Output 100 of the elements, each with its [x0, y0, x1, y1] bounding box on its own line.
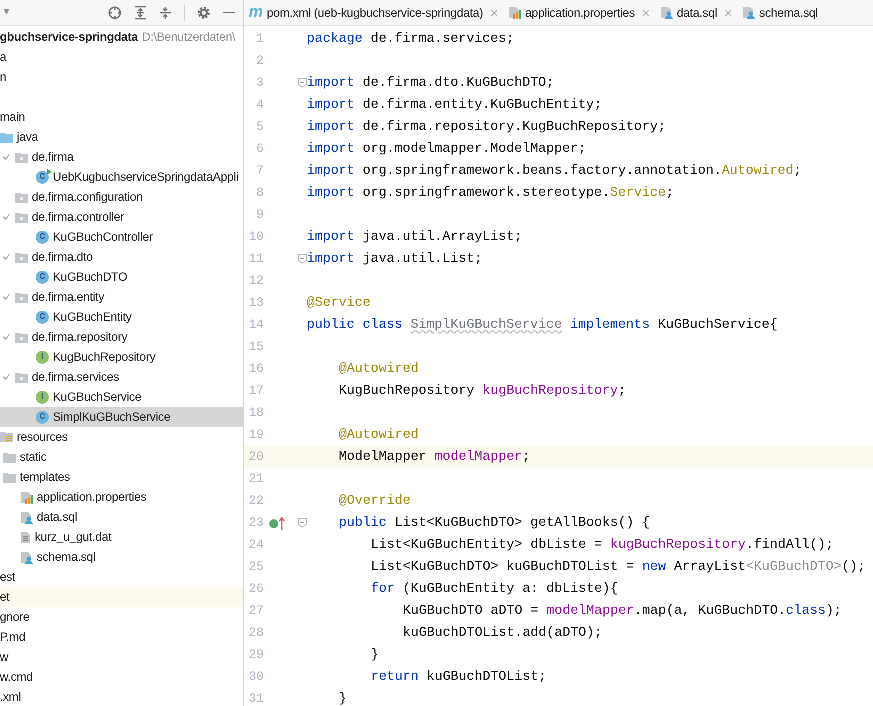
code-line: } — [339, 690, 347, 706]
line-number: 14 — [248, 316, 264, 334]
code-line: } — [371, 646, 379, 664]
code-line: import java.util.ArrayList; — [307, 228, 522, 246]
line-number: 18 — [248, 404, 264, 422]
line-number: 9 — [255, 206, 264, 224]
line-number: 5 — [255, 118, 264, 136]
collapse-all-icon[interactable] — [159, 6, 172, 20]
line-number: 29 — [248, 646, 264, 664]
code-line: List<KuGBuchEntity> dbListe = kugBuchRepository.findAll(); — [371, 536, 834, 554]
line-number: 7 — [255, 162, 264, 180]
tree-item-label[interactable]: resources — [17, 428, 68, 446]
project-path: D:\Benutzerdaten\ — [142, 29, 236, 46]
locate-icon[interactable] — [108, 6, 122, 20]
tree-item-label[interactable]: java — [17, 128, 38, 146]
tree-item-label[interactable]: gnore — [0, 608, 30, 626]
tree-item-label[interactable]: de.firma.repository — [32, 328, 128, 346]
tree-item-label[interactable]: P.md — [0, 628, 26, 646]
tree-item-label[interactable]: SimplKuGBuchService — [53, 408, 171, 426]
tree-item-label[interactable]: de.firma — [32, 148, 74, 166]
line-number: 28 — [248, 624, 264, 642]
tab-label: schema.sql — [759, 4, 818, 22]
tree-item-label[interactable]: UebKugbuchserviceSpringdataAppli — [53, 168, 239, 186]
line-number: 19 — [248, 426, 264, 444]
code-line: package de.firma.services; — [307, 30, 514, 48]
expand-all-icon[interactable] — [134, 6, 147, 20]
line-number: 13 — [248, 294, 264, 312]
code-line: return kuGBuchDTOList; — [371, 668, 547, 686]
code-line: for (KuGBuchEntity a: dbListe){ — [371, 580, 618, 598]
line-number: 2 — [255, 52, 264, 70]
settings-icon[interactable] — [197, 6, 211, 20]
tree-item-label[interactable]: KuGBuchDTO — [53, 268, 128, 286]
line-number: 4 — [255, 96, 264, 114]
code-line: import org.modelmapper.ModelMapper; — [307, 140, 586, 158]
tree-item-label[interactable]: de.firma.services — [32, 368, 120, 386]
tree-item-label[interactable]: de.firma.entity — [32, 288, 104, 306]
line-number: 12 — [248, 272, 264, 290]
package-folder-icon — [15, 372, 28, 382]
tree-item-label[interactable]: et — [0, 588, 10, 606]
code-line: import org.springframework.beans.factory.annotation.Autowired; — [307, 162, 802, 180]
line-number: 20 — [248, 448, 264, 466]
tree-item-label[interactable]: schema.sql — [37, 548, 96, 566]
code-line: import org.springframework.stereotype.Service; — [307, 184, 674, 202]
tree-item-label[interactable]: templates — [20, 468, 70, 486]
line-number: 15 — [248, 338, 264, 356]
code-line: import de.firma.entity.KuGBuchEntity; — [307, 96, 602, 114]
tree-item-label[interactable]: w — [0, 648, 8, 666]
tree-item-label[interactable]: a — [0, 48, 6, 66]
line-number: 11 — [248, 250, 264, 268]
code-line: import de.firma.repository.KugBuchRepository; — [307, 118, 666, 136]
tree-item-label[interactable]: .xml — [0, 688, 22, 706]
tree-item-label[interactable]: est — [0, 568, 16, 586]
resources-folder-icon — [0, 431, 13, 443]
editor-tab[interactable]: m pom.xml (ueb-kugbuchservice-springdata) × — [244, 0, 504, 25]
code-line: kuGBuchDTOList.add(aDTO); — [403, 624, 602, 642]
line-number: 27 — [248, 602, 264, 620]
tree-item-label[interactable]: application.properties — [37, 488, 147, 506]
tree-item-label[interactable]: main — [0, 108, 26, 126]
database-file-icon — [660, 6, 673, 19]
line-number: 1 — [255, 30, 264, 48]
tree-item-label[interactable]: data.sql — [37, 508, 78, 526]
tree-item-label[interactable]: de.firma.controller — [32, 208, 124, 226]
line-number: 17 — [248, 382, 264, 400]
package-folder-icon — [15, 332, 28, 342]
code-line: @Service — [307, 294, 371, 312]
editor-tab[interactable]: application.properties × — [503, 0, 655, 25]
tree-item-label[interactable]: KuGBuchController — [53, 228, 153, 246]
code-line: ModelMapper modelMapper; — [339, 448, 531, 466]
database-file-icon — [742, 6, 756, 19]
folder-icon — [3, 472, 16, 482]
tree-item-label[interactable]: w.cmd — [0, 668, 34, 686]
tree-item-label[interactable]: de.firma.configuration — [32, 188, 143, 206]
package-folder-icon — [15, 192, 28, 202]
line-number: 3 — [255, 74, 264, 92]
editor-tab[interactable]: data.sql × — [654, 0, 738, 25]
line-number: 21 — [248, 470, 264, 488]
editor-tab[interactable]: schema.sql — [737, 0, 824, 25]
line-number: 22 — [248, 492, 264, 510]
database-file-icon — [20, 510, 33, 524]
folder-icon — [3, 452, 16, 462]
line-number: 31 — [248, 690, 264, 706]
line-number: 10 — [248, 228, 264, 246]
maven-icon: m — [249, 4, 264, 20]
minimize-icon[interactable] — [223, 12, 235, 14]
line-number: 6 — [255, 140, 264, 158]
interface-icon: I — [36, 350, 49, 364]
tree-item-label[interactable]: KuGBuchService — [53, 388, 142, 406]
tree-item-label[interactable]: gbuchservice-springdata — [0, 28, 138, 46]
package-folder-icon — [15, 252, 28, 262]
text-file-icon — [20, 530, 31, 544]
code-line: @Autowired — [339, 360, 419, 378]
code-line: @Override — [339, 492, 411, 510]
tree-item-label[interactable]: static — [20, 448, 47, 466]
package-folder-icon — [15, 212, 28, 222]
tree-item-label[interactable]: KuGBuchEntity — [53, 308, 132, 326]
tree-item-label[interactable]: kurz_u_gut.dat — [35, 528, 112, 546]
tree-item-label[interactable]: n — [0, 68, 6, 86]
properties-file-icon — [508, 6, 522, 19]
tree-item-label[interactable]: KugBuchRepository — [53, 348, 156, 366]
tree-item-label[interactable]: de.firma.dto — [32, 248, 93, 266]
